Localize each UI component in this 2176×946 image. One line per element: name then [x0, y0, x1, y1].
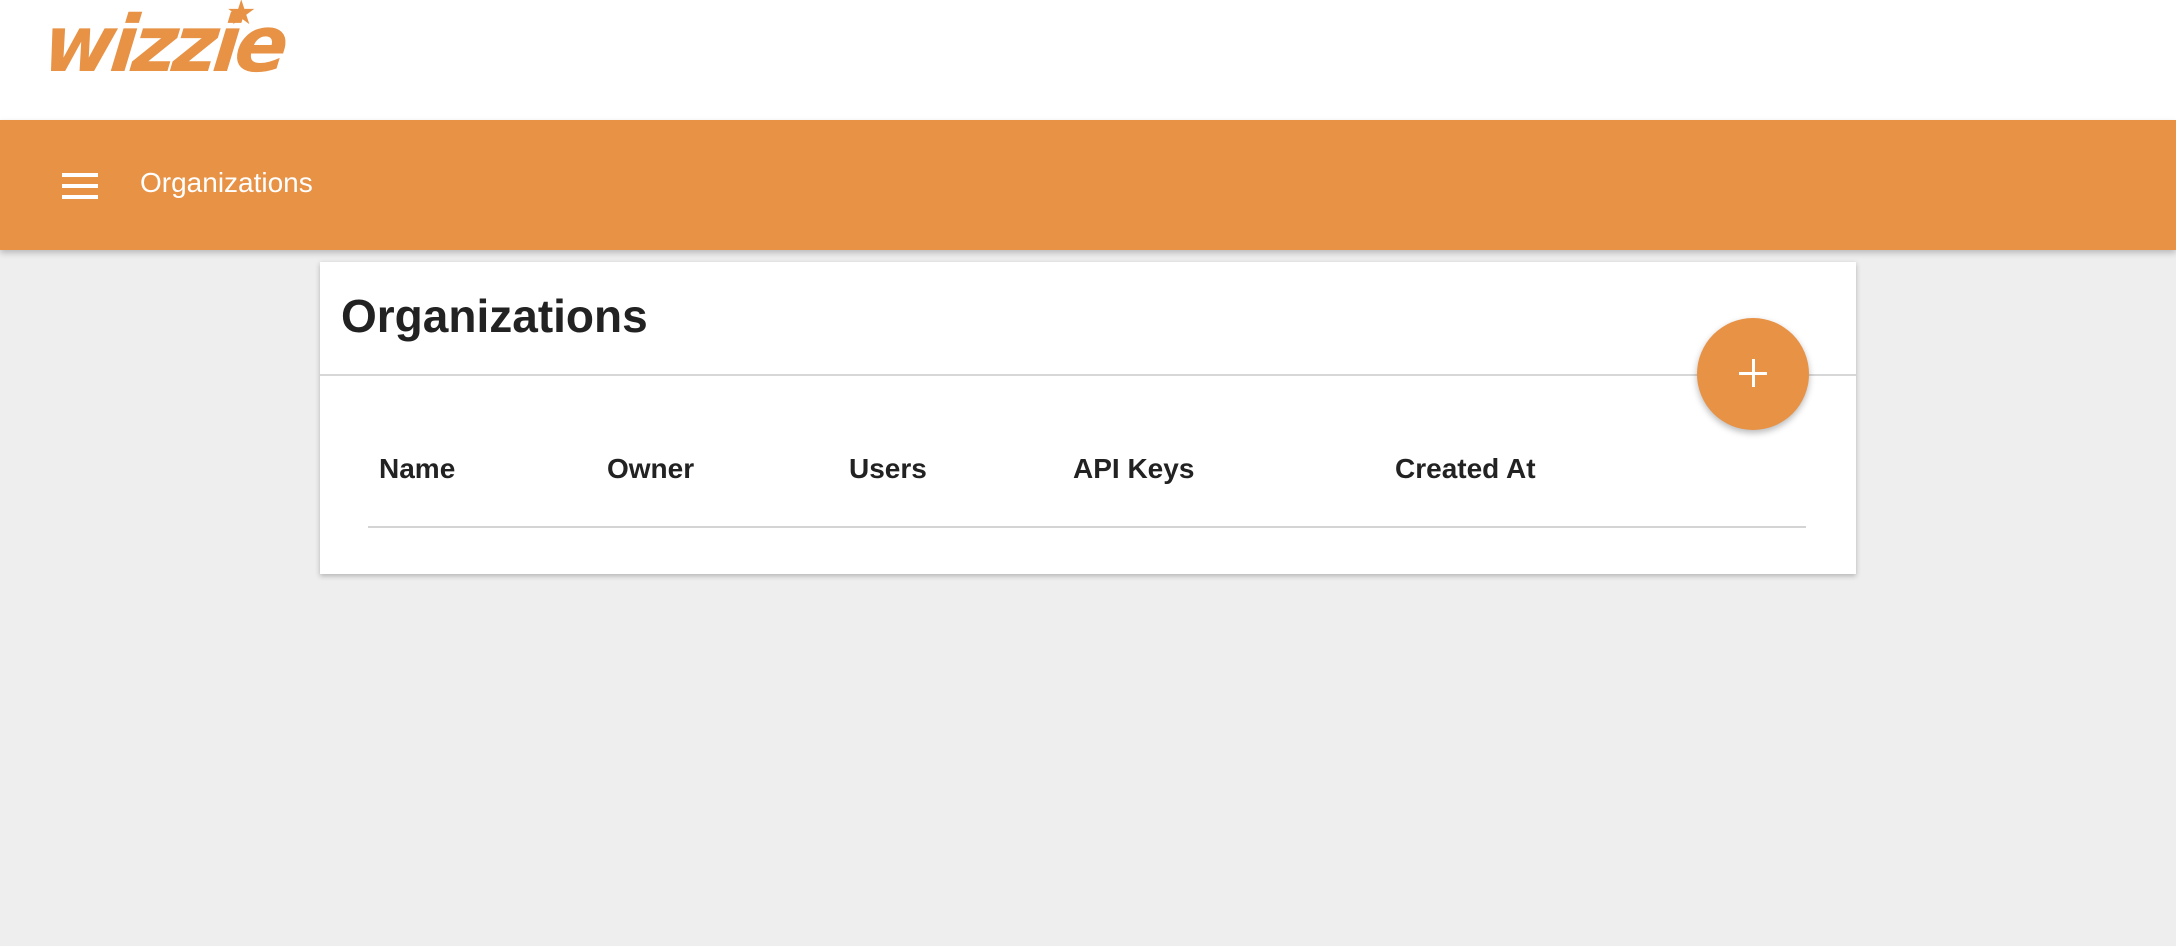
- logo-bar: wizzie ★: [0, 0, 2176, 120]
- card-divider: [320, 374, 1856, 376]
- logo-star-icon: ★: [226, 0, 257, 32]
- column-header-users[interactable]: Users: [849, 450, 927, 488]
- column-header-name[interactable]: Name: [379, 450, 455, 488]
- add-organization-button[interactable]: [1697, 318, 1809, 430]
- column-header-created-at[interactable]: Created At: [1395, 450, 1536, 488]
- column-header-owner[interactable]: Owner: [607, 450, 694, 488]
- plus-icon: [1697, 318, 1809, 430]
- hamburger-menu-icon[interactable]: [56, 169, 104, 205]
- organizations-table: Name Owner Users API Keys Created At: [368, 450, 1806, 528]
- column-header-api-keys[interactable]: API Keys: [1073, 450, 1194, 488]
- table-header-row: Name Owner Users API Keys Created At: [368, 450, 1806, 528]
- wizzie-logo[interactable]: wizzie ★: [39, 0, 314, 100]
- page-title: Organizations: [341, 290, 648, 342]
- app-bar: Organizations: [0, 120, 2176, 250]
- app-bar-title: Organizations: [140, 167, 313, 198]
- organizations-card: Organizations Name Owner Users API Keys …: [320, 262, 1856, 574]
